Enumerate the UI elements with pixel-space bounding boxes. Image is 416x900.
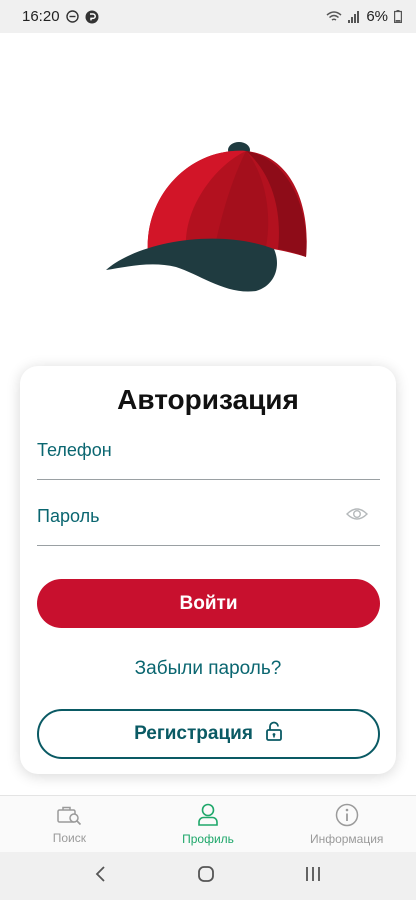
phone-field[interactable]: Телефон (37, 430, 380, 480)
phone-input[interactable] (37, 430, 380, 479)
login-card: Авторизация Телефон Пароль Войти Забыли … (20, 366, 396, 774)
status-time: 16:20 (22, 8, 60, 25)
nav-label-search: Поиск (52, 830, 86, 845)
recents-icon[interactable] (304, 865, 322, 888)
wifi-icon (326, 10, 342, 23)
status-left: 16:20 (22, 8, 99, 25)
register-label: Регистрация (134, 723, 253, 744)
password-input[interactable] (37, 496, 380, 545)
status-bar: 16:20 6% (0, 0, 416, 33)
do-not-disturb-icon (65, 10, 79, 23)
profile-icon (197, 803, 219, 830)
battery-icon (394, 10, 402, 23)
app-notification-icon (85, 10, 99, 24)
login-button[interactable]: Войти (37, 579, 380, 628)
password-field[interactable]: Пароль (37, 496, 380, 546)
show-password-icon[interactable] (346, 506, 368, 522)
back-icon[interactable] (94, 865, 108, 888)
forgot-password-link[interactable]: Забыли пароль? (20, 658, 396, 680)
card-title: Авторизация (117, 384, 299, 415)
search-briefcase-icon (56, 804, 82, 829)
nav-label-profile: Профиль (182, 831, 234, 846)
bottom-nav: Поиск Профиль Информация (0, 795, 416, 852)
status-right: 6% (326, 8, 402, 25)
register-button[interactable]: Регистрация (37, 709, 380, 759)
battery-percent: 6% (366, 8, 388, 25)
unlock-icon (265, 721, 283, 747)
cap-illustration (96, 135, 326, 300)
home-icon[interactable] (197, 865, 215, 888)
nav-item-search[interactable]: Поиск (0, 796, 139, 852)
signal-icon (348, 10, 360, 23)
nav-label-info: Информация (309, 831, 384, 846)
nav-item-profile[interactable]: Профиль (139, 796, 278, 852)
info-icon (335, 803, 359, 830)
system-nav-bar (0, 852, 416, 900)
nav-item-info[interactable]: Информация (277, 796, 416, 852)
